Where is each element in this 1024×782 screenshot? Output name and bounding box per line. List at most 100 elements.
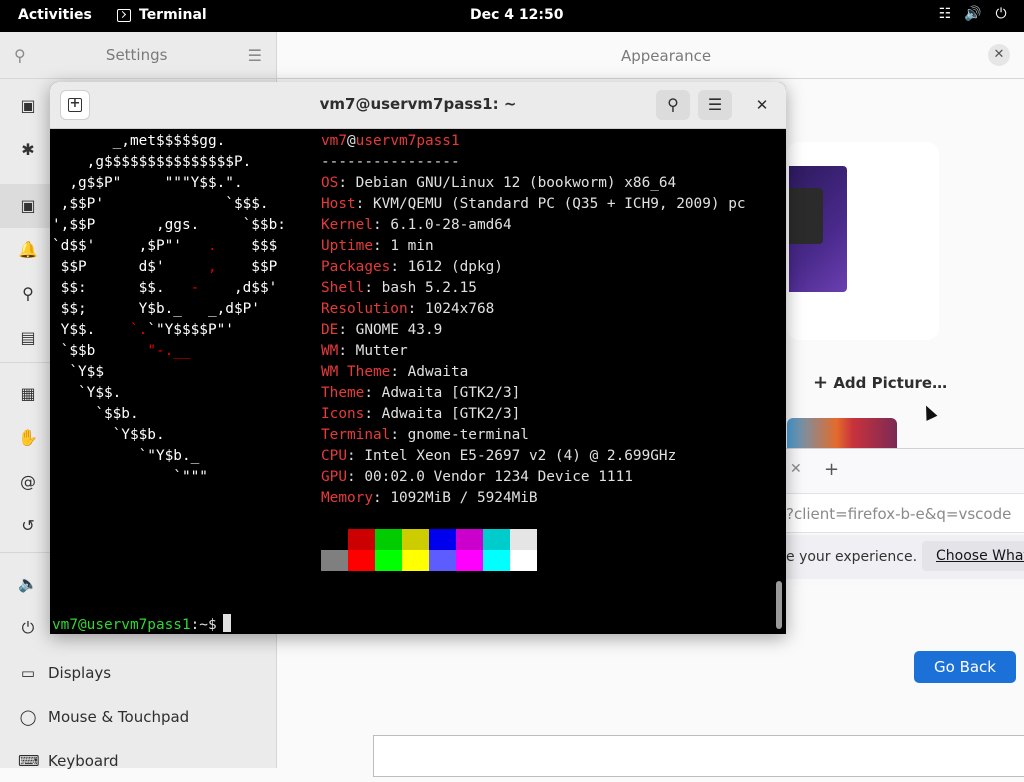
online-accounts-icon[interactable]: @ bbox=[18, 472, 38, 492]
user-host-line: vm7@uservm7pass1 bbox=[321, 133, 460, 149]
search-button[interactable]: ⚲ bbox=[656, 90, 690, 120]
add-picture-label: Add Picture… bbox=[833, 374, 948, 392]
network-icon[interactable]: ☷ bbox=[936, 6, 954, 22]
info-key: WM bbox=[321, 343, 339, 359]
go-back-button[interactable]: Go Back bbox=[914, 651, 1016, 683]
sidebar-item-keyboard[interactable]: ⌨ Keyboard bbox=[0, 740, 276, 782]
apps-icon[interactable]: ▦ bbox=[18, 384, 38, 404]
info-line: WM Theme: Adwaita bbox=[321, 364, 469, 380]
sidebar-item-label: Displays bbox=[48, 664, 112, 682]
panel-header: Appearance ✕ bbox=[277, 32, 1024, 79]
search-icon[interactable]: ⚲ bbox=[18, 284, 38, 304]
new-tab-icon[interactable]: + bbox=[824, 459, 839, 480]
color-palette bbox=[321, 529, 537, 571]
debian-logo-ascii: _,met$$$$$gg. ,g$$$$$$$$$$$$$$$P. ,g$$P"… bbox=[52, 133, 286, 485]
color-swatch bbox=[375, 529, 402, 550]
info-key: Host bbox=[321, 196, 356, 212]
search-icon[interactable]: ⚲ bbox=[14, 46, 26, 65]
info-line: Uptime: 1 min bbox=[321, 238, 434, 254]
color-swatch bbox=[402, 529, 429, 550]
color-swatch bbox=[456, 529, 483, 550]
system-tray[interactable]: ☷ 🔊 ⏻ bbox=[936, 6, 1010, 22]
info-user: vm7 bbox=[321, 133, 347, 149]
info-key: Packages bbox=[321, 259, 391, 275]
close-icon[interactable]: ✕ bbox=[988, 44, 1010, 66]
mouse-icon: ◯ bbox=[19, 708, 37, 726]
background-thumbnail[interactable] bbox=[787, 418, 897, 448]
color-swatch bbox=[483, 550, 510, 571]
info-line: DE: GNOME 43.9 bbox=[321, 322, 443, 338]
color-swatch bbox=[429, 529, 456, 550]
color-swatch bbox=[510, 550, 537, 571]
appearance-icon[interactable]: ▣ bbox=[18, 196, 38, 216]
volume-icon[interactable]: 🔊 bbox=[964, 6, 982, 22]
info-host: uservm7pass1 bbox=[355, 133, 460, 149]
menu-icon[interactable]: ☰ bbox=[248, 46, 262, 65]
info-key: WM Theme bbox=[321, 364, 391, 380]
activities-button[interactable]: Activities bbox=[18, 7, 92, 23]
shell-prompt[interactable]: vm7@uservm7pass1:~$ bbox=[52, 614, 231, 634]
info-key: Icons bbox=[321, 406, 365, 422]
color-swatch bbox=[321, 550, 348, 571]
menu-icon: ☰ bbox=[707, 95, 723, 114]
color-swatch bbox=[375, 550, 402, 571]
terminal-body[interactable]: _,met$$$$$gg. ,g$$$$$$$$$$$$$$$P. ,g$$P"… bbox=[50, 129, 772, 634]
power-icon[interactable]: ⏻ bbox=[992, 6, 1010, 22]
privacy-icon[interactable]: ✋ bbox=[18, 428, 38, 448]
info-key: Shell bbox=[321, 280, 365, 296]
network-icon[interactable]: ▣ bbox=[18, 96, 38, 116]
system-info: vm7@uservm7pass1 ---------------- OS: Debi… bbox=[321, 131, 746, 509]
info-value: bash 5.2.15 bbox=[381, 280, 477, 296]
info-key: Resolution bbox=[321, 301, 408, 317]
sidebar-item-label: Keyboard bbox=[48, 752, 119, 770]
info-line: Kernel: 6.1.0-28-amd64 bbox=[321, 217, 512, 233]
sidebar-item-displays[interactable]: ▭ Displays bbox=[0, 652, 276, 694]
top-bar: Activities Terminal Dec 4 12:50 ☷ 🔊 ⏻ bbox=[0, 0, 1024, 32]
info-separator: ---------------- bbox=[321, 154, 460, 170]
url-bar[interactable]: ?client=firefox-b-e&q=vscode bbox=[786, 493, 1024, 533]
sound-icon[interactable]: 🔈 bbox=[18, 574, 38, 594]
clock[interactable]: Dec 4 12:50 bbox=[470, 7, 563, 23]
add-picture-button[interactable]: + Add Picture… bbox=[813, 372, 947, 393]
terminal-icon bbox=[117, 8, 131, 22]
info-key: Kernel bbox=[321, 217, 373, 233]
info-value: Adwaita [GTK2/3] bbox=[381, 385, 521, 401]
app-menu[interactable]: Terminal bbox=[117, 7, 207, 23]
info-value: 6.1.0-28-amd64 bbox=[390, 217, 512, 233]
sharing-icon[interactable]: ↺ bbox=[18, 516, 38, 536]
app-name: Terminal bbox=[139, 7, 207, 23]
multitasking-icon[interactable]: ▤ bbox=[18, 328, 38, 348]
color-swatch bbox=[348, 529, 375, 550]
info-line: Shell: bash 5.2.15 bbox=[321, 280, 477, 296]
scrollbar[interactable] bbox=[772, 129, 786, 634]
info-key: CPU bbox=[321, 448, 347, 464]
prompt-suffix: :~$ bbox=[190, 617, 217, 633]
url-text[interactable]: ?client=firefox-b-e&q=vscode bbox=[786, 505, 1011, 523]
info-line: Resolution: 1024x768 bbox=[321, 301, 495, 317]
info-value: KVM/QEMU (Standard PC (Q35 + ICH9, 2009)… bbox=[372, 196, 746, 212]
info-value: Intel Xeon E5-2697 v2 (4) @ 2.699GHz bbox=[364, 448, 677, 464]
menu-button[interactable]: ☰ bbox=[698, 90, 732, 120]
close-button[interactable]: ✕ bbox=[752, 95, 772, 115]
background-thumbnail[interactable] bbox=[789, 166, 847, 292]
info-line: Host: KVM/QEMU (Standard PC (Q35 + ICH9,… bbox=[321, 196, 746, 212]
close-tab-icon[interactable]: ✕ bbox=[790, 461, 802, 477]
bluetooth-icon[interactable]: ✱ bbox=[18, 140, 38, 160]
power-icon[interactable]: ⏻ bbox=[18, 618, 38, 638]
color-swatch bbox=[321, 529, 348, 550]
color-swatch bbox=[483, 529, 510, 550]
firefox-window: ✕ + ?client=firefox-b-e&q=vscode e your … bbox=[786, 448, 1024, 586]
info-key: GPU bbox=[321, 469, 347, 485]
terminal-window[interactable]: + vm7@uservm7pass1: ~ ⚲ ☰ ✕ _,met$$$$$gg… bbox=[50, 82, 786, 634]
info-key: Memory bbox=[321, 490, 373, 506]
color-swatch bbox=[429, 550, 456, 571]
info-value: Mutter bbox=[355, 343, 408, 359]
sidebar-item-mouse-touchpad[interactable]: ◯ Mouse & Touchpad bbox=[0, 696, 276, 738]
scrollbar-thumb[interactable] bbox=[776, 581, 782, 629]
color-swatch bbox=[510, 529, 537, 550]
info-value: GNOME 43.9 bbox=[355, 322, 443, 338]
bell-icon[interactable]: 🔔 bbox=[18, 240, 38, 260]
choose-what-button[interactable]: Choose What bbox=[922, 541, 1024, 571]
info-value: 1092MiB / 5924MiB bbox=[390, 490, 538, 506]
info-value: 00:02.0 Vendor 1234 Device 1111 bbox=[364, 469, 633, 485]
